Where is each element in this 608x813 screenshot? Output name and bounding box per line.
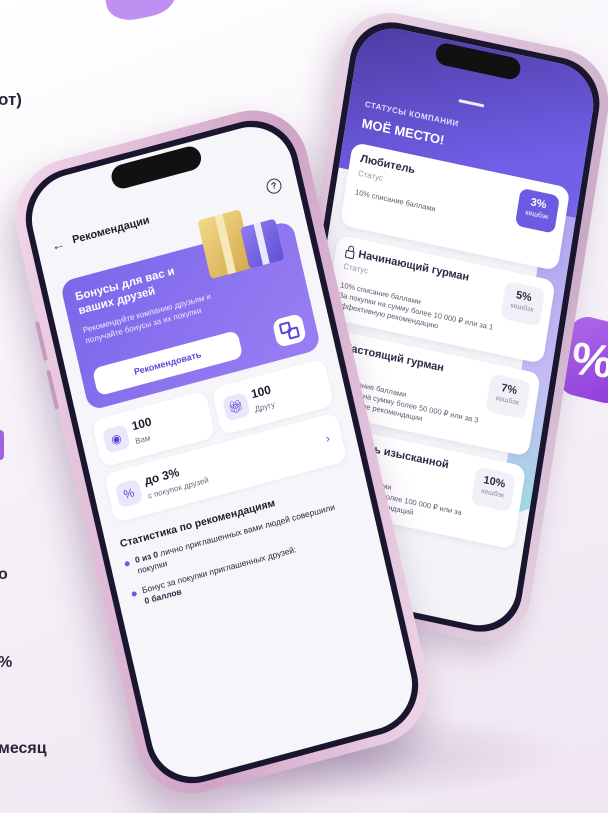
left-accent-mark [0, 430, 4, 460]
chevron-right-icon: › [324, 430, 332, 446]
left-text-line-1: от) [0, 90, 22, 109]
sheet-handle[interactable] [458, 99, 485, 108]
bullet-dot [124, 560, 131, 567]
lock-icon [344, 249, 355, 259]
left-text-line-2: о [0, 566, 8, 583]
cashback-badge: 10% кешбэк [470, 466, 516, 513]
left-text-line-4: месяц [0, 740, 47, 757]
cashback-badge: 7% кешбэк [485, 373, 531, 420]
bonus-friend-value: 100 [249, 382, 273, 402]
coin-icon: ◉ [102, 424, 131, 454]
qr-code-icon[interactable] [271, 312, 308, 349]
decorative-blob-top [100, 0, 180, 25]
back-phone-notch [434, 41, 522, 82]
cashback-badge: 3% кешбэк [514, 187, 560, 234]
nav-title: Рекомендации [71, 214, 151, 247]
bonus-friend-label: Другу [253, 399, 276, 414]
front-phone-notch [109, 143, 204, 192]
left-text-line-3: % [0, 654, 12, 672]
gift-icon: 🎁︎ [221, 392, 251, 422]
bonus-you-value: 100 [130, 414, 153, 434]
bonus-you-label: Вам [134, 433, 152, 446]
volume-up-button [34, 321, 48, 362]
percent-icon: % [114, 478, 144, 509]
cashback-badge: 5% кешбэк [500, 280, 546, 327]
volume-down-button [46, 369, 60, 410]
bullet-dot [131, 590, 138, 598]
